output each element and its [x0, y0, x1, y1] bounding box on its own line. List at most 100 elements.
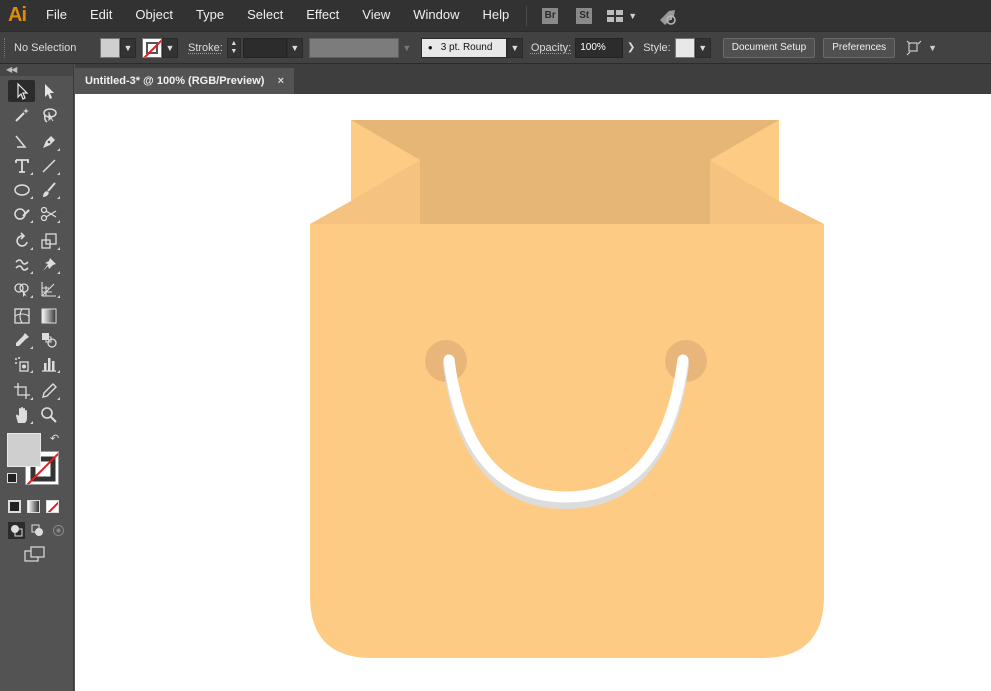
- menu-separator: [526, 5, 528, 26]
- paintbrush-tool[interactable]: [35, 179, 62, 201]
- draw-behind-icon: [31, 524, 43, 536]
- eraser-tool[interactable]: [35, 380, 62, 402]
- rotate-tool[interactable]: [8, 230, 35, 252]
- menu-edit[interactable]: Edit: [78, 0, 123, 31]
- artboard-tool[interactable]: [8, 380, 35, 402]
- menu-view[interactable]: View: [350, 0, 401, 31]
- chevron-down-icon: ▼: [510, 42, 520, 53]
- menu-bar: Ai File Edit Object Type Select Effect V…: [0, 0, 991, 31]
- brush-definition[interactable]: ● 3 pt. Round: [420, 37, 507, 58]
- ellipse-tool[interactable]: [8, 179, 35, 201]
- color-mode-button[interactable]: [8, 499, 21, 513]
- artboard-canvas[interactable]: [75, 94, 991, 691]
- symbol-sprayer-tool[interactable]: [8, 353, 35, 375]
- menu-object[interactable]: Object: [123, 0, 184, 31]
- gradient-tool[interactable]: [35, 305, 62, 327]
- stock-button[interactable]: St: [576, 7, 593, 24]
- menu-window[interactable]: Window: [401, 0, 470, 31]
- isolate-selection-button[interactable]: ▼: [905, 39, 937, 57]
- curvature-tool[interactable]: [8, 131, 35, 153]
- hand-tool[interactable]: [8, 404, 35, 426]
- eyedropper-tool[interactable]: [8, 329, 35, 351]
- menu-type[interactable]: Type: [184, 0, 235, 31]
- warp-tool[interactable]: [8, 254, 35, 276]
- menu-select[interactable]: Select: [235, 0, 294, 31]
- panel-grip[interactable]: [4, 37, 12, 58]
- blend-tool[interactable]: [35, 329, 62, 351]
- stroke-swatch[interactable]: [142, 37, 162, 58]
- menu-file[interactable]: File: [34, 0, 78, 31]
- style-label: Style:: [643, 41, 671, 54]
- selection-arrow-icon: [16, 82, 28, 100]
- menu-help[interactable]: Help: [470, 0, 520, 31]
- direct-selection-tool[interactable]: [35, 80, 62, 102]
- chevron-down-icon: ▼: [165, 42, 175, 53]
- bridge-button[interactable]: Br: [542, 7, 559, 24]
- stroke-weight-dropdown[interactable]: ▼: [286, 37, 303, 58]
- document-setup-button[interactable]: Document Setup: [722, 37, 816, 58]
- zoom-tool[interactable]: [35, 404, 62, 426]
- draw-inside-button[interactable]: [50, 522, 67, 539]
- fill-swatch[interactable]: [100, 37, 120, 58]
- scale-tool[interactable]: [35, 230, 62, 252]
- magic-wand-icon: [14, 108, 29, 122]
- arrange-documents-button[interactable]: ▼: [607, 9, 637, 22]
- bag-front-panel[interactable]: [310, 224, 824, 658]
- document-tab[interactable]: Untitled-3* @ 100% (RGB/Preview) ×: [75, 68, 294, 94]
- paintbrush-icon: [42, 182, 56, 197]
- opacity-input[interactable]: 100%: [575, 37, 624, 58]
- swap-fill-stroke-icon[interactable]: ↶: [50, 432, 59, 445]
- mesh-tool[interactable]: [8, 305, 35, 327]
- graphic-style-swatch[interactable]: [674, 37, 695, 58]
- control-bar: No Selection ▼ ▼ Stroke: ▲ ▼ ▼ ▼ ● 3 pt. …: [0, 31, 991, 64]
- puppet-warp-tool[interactable]: [35, 254, 62, 276]
- line-segment-tool[interactable]: [35, 155, 62, 177]
- column-graph-tool[interactable]: [35, 353, 62, 375]
- ellipse-icon: [13, 184, 30, 196]
- rotate-icon: [15, 232, 28, 247]
- chevron-down-icon: ▼: [290, 42, 300, 53]
- selection-tool[interactable]: [8, 80, 35, 102]
- variable-width-dropdown[interactable]: ▼: [398, 37, 415, 58]
- warp-icon: [14, 259, 29, 271]
- opacity-label[interactable]: Opacity:: [531, 42, 571, 54]
- tools-panel: ◀◀ ↶: [0, 64, 74, 691]
- document-tab-title: Untitled-3* @ 100% (RGB/Preview): [85, 75, 265, 87]
- shopping-bag-artwork[interactable]: [75, 94, 991, 691]
- hand-icon: [15, 407, 27, 423]
- symbol-sprayer-icon: [14, 357, 29, 372]
- perspective-grid-tool[interactable]: [35, 278, 62, 300]
- menu-effect[interactable]: Effect: [294, 0, 350, 31]
- gradient-mode-button[interactable]: [27, 499, 40, 513]
- line-segment-icon: [41, 159, 56, 173]
- default-fill-stroke-icon[interactable]: [7, 473, 17, 483]
- graphic-style-dropdown[interactable]: ▼: [694, 37, 711, 58]
- fill-dropdown[interactable]: ▼: [120, 37, 136, 58]
- document-tab-strip: Untitled-3* @ 100% (RGB/Preview) ×: [75, 64, 991, 94]
- scissors-tool[interactable]: [35, 203, 62, 225]
- brush-dropdown[interactable]: ▼: [506, 37, 523, 58]
- shaper-tool[interactable]: [8, 203, 35, 225]
- draw-normal-button[interactable]: [8, 521, 25, 539]
- gpu-performance-button[interactable]: [657, 7, 679, 25]
- change-screen-mode-button[interactable]: [24, 545, 46, 565]
- stroke-dropdown[interactable]: ▼: [162, 37, 178, 58]
- stroke-weight-input[interactable]: [242, 37, 287, 58]
- variable-width-profile[interactable]: [308, 37, 399, 58]
- tools-panel-collapse[interactable]: ◀◀: [0, 64, 73, 76]
- type-tool[interactable]: [8, 155, 35, 177]
- stroke-label[interactable]: Stroke:: [188, 42, 223, 54]
- shape-builder-tool[interactable]: [8, 278, 35, 300]
- fill-color-box[interactable]: [7, 433, 41, 467]
- opacity-dropdown[interactable]: ❯: [623, 37, 640, 58]
- draw-behind-button[interactable]: [29, 522, 46, 539]
- magic-wand-tool[interactable]: [8, 104, 35, 126]
- none-mode-button[interactable]: [46, 499, 59, 513]
- preferences-button[interactable]: Preferences: [823, 37, 896, 58]
- stroke-weight-stepper[interactable]: ▲ ▼: [226, 37, 241, 58]
- rocket-icon: [660, 9, 676, 25]
- eyedropper-icon: [15, 333, 29, 346]
- pen-tool[interactable]: [35, 131, 62, 153]
- lasso-tool[interactable]: [35, 104, 62, 126]
- close-tab-icon[interactable]: ×: [278, 75, 284, 87]
